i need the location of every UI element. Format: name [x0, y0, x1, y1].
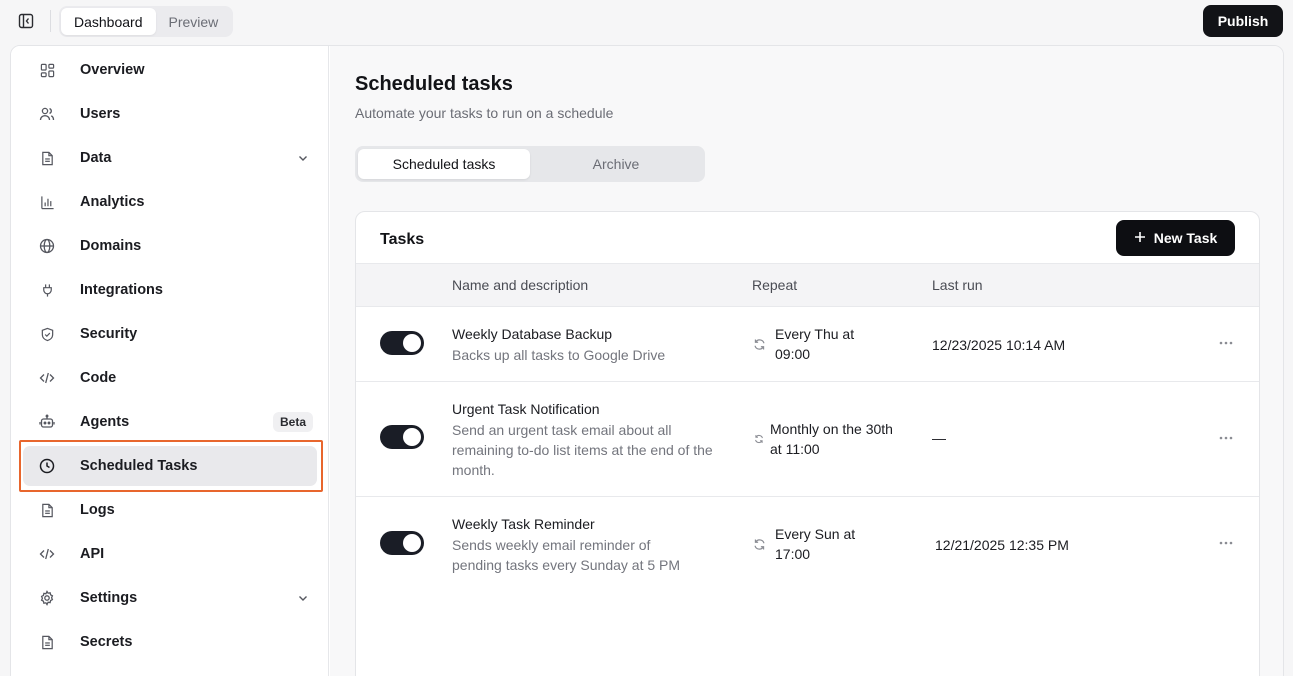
sidebar-item-label: Agents	[80, 414, 130, 430]
task-enabled-toggle[interactable]	[380, 531, 424, 555]
tasks-card: Tasks New Task Name and description Repe…	[355, 211, 1260, 676]
table-row: Weekly Task Reminder Sends weekly email …	[356, 497, 1259, 592]
sidebar-item-settings[interactable]: Settings	[23, 578, 317, 618]
sidebar-item-label: Scheduled Tasks	[80, 458, 198, 474]
grid-icon	[39, 62, 55, 78]
sidebar-item-domains[interactable]: Domains	[23, 226, 317, 266]
repeat-icon	[752, 337, 766, 351]
sidebar-item-code[interactable]: Code	[23, 358, 317, 398]
repeat-icon	[752, 537, 766, 551]
chevron-down-icon[interactable]	[295, 590, 311, 606]
bar-chart-icon	[39, 194, 55, 210]
table-row: Weekly Database Backup Backs up all task…	[356, 307, 1259, 382]
globe-icon	[39, 238, 55, 254]
view-tabs: Scheduled tasks Archive	[355, 146, 705, 182]
more-options-icon[interactable]	[1218, 335, 1234, 351]
top-divider	[50, 10, 51, 32]
sidebar-item-data[interactable]: Data	[23, 138, 317, 178]
document-icon	[39, 634, 55, 650]
sidebar-item-label: Domains	[80, 238, 142, 254]
publish-button[interactable]: Publish	[1203, 5, 1283, 37]
repeat-schedule: Every Thu at 09:00	[775, 326, 855, 362]
sidebar-item-label: Users	[80, 106, 121, 122]
page-title: Scheduled tasks	[355, 73, 513, 95]
sidebar-item-api[interactable]: API	[23, 534, 317, 574]
sidebar-item-integrations[interactable]: Integrations	[23, 270, 317, 310]
clock-icon	[39, 458, 55, 474]
page-subtitle: Automate your tasks to run on a schedule	[355, 105, 614, 121]
sidebar-item-label: Logs	[80, 502, 115, 518]
sidebar-item-secrets[interactable]: Secrets	[23, 622, 317, 662]
task-name: Weekly Database Backup	[452, 326, 613, 342]
preview-tab[interactable]: Preview	[156, 8, 232, 35]
more-options-icon[interactable]	[1218, 535, 1234, 551]
dashboard-tab[interactable]: Dashboard	[61, 8, 156, 35]
code-icon	[39, 370, 55, 386]
plug-icon	[39, 282, 55, 298]
beta-badge: Beta	[272, 412, 313, 432]
sidebar-item-label: Security	[80, 326, 138, 342]
card-title: Tasks	[380, 231, 425, 248]
task-name: Weekly Task Reminder	[452, 516, 595, 532]
sidebar-item-label: Data	[80, 150, 112, 166]
sidebar-item-label: API	[80, 546, 105, 562]
document-icon	[39, 150, 55, 166]
last-run: 12/23/2025 10:14 AM	[932, 337, 1066, 353]
sidebar-item-label: Analytics	[80, 194, 145, 210]
more-options-icon[interactable]	[1218, 430, 1234, 446]
last-run: 12/21/2025 12:35 PM	[935, 537, 1069, 553]
new-task-label: New Task	[1153, 230, 1218, 246]
sidebar-item-logs[interactable]: Logs	[23, 490, 317, 530]
top-bar: Dashboard Preview Publish	[0, 0, 1293, 44]
bot-icon	[39, 414, 55, 430]
repeat-icon	[752, 432, 766, 446]
task-description: Backs up all tasks to Google Drive	[452, 347, 666, 363]
tab-archive[interactable]: Archive	[530, 149, 702, 179]
plus-icon	[1134, 230, 1146, 246]
sidebar-toggle-icon[interactable]	[17, 12, 35, 30]
column-header-last-run: Last run	[932, 277, 983, 293]
main-panel: Overview Users Data Analytics Domains In…	[10, 45, 1284, 676]
task-description: Sends weekly email reminder of pending t…	[452, 537, 681, 573]
column-header-name: Name and description	[452, 277, 589, 293]
task-enabled-toggle[interactable]	[380, 425, 424, 449]
shield-icon	[39, 326, 55, 342]
sidebar-item-analytics[interactable]: Analytics	[23, 182, 317, 222]
sidebar-item-label: Overview	[80, 62, 145, 78]
sidebar-item-users[interactable]: Users	[23, 94, 317, 134]
sidebar-item-overview[interactable]: Overview	[23, 50, 317, 90]
mode-switch: Dashboard Preview	[59, 6, 234, 37]
chevron-down-icon[interactable]	[295, 150, 311, 166]
repeat-schedule: Every Sun at 17:00	[775, 526, 856, 562]
document-icon	[39, 502, 55, 518]
task-enabled-toggle[interactable]	[380, 331, 424, 355]
repeat-schedule: Monthly on the 30th at 11:00	[770, 421, 893, 457]
sidebar: Overview Users Data Analytics Domains In…	[11, 46, 329, 676]
column-header-repeat: Repeat	[752, 277, 798, 293]
sidebar-item-security[interactable]: Security	[23, 314, 317, 354]
sidebar-item-scheduled-tasks[interactable]: Scheduled Tasks	[23, 446, 317, 486]
content-area: Scheduled tasks Automate your tasks to r…	[330, 46, 1283, 676]
sidebar-item-label: Secrets	[80, 634, 133, 650]
sidebar-item-label: Code	[80, 370, 117, 386]
tab-scheduled-tasks[interactable]: Scheduled tasks	[358, 149, 530, 179]
task-description: Send an urgent task email about all rema…	[452, 422, 713, 478]
code-icon	[39, 546, 55, 562]
task-name: Urgent Task Notification	[452, 401, 600, 417]
last-run: —	[932, 430, 946, 446]
users-icon	[39, 106, 55, 122]
table-header: Name and description Repeat Last run	[356, 263, 1259, 307]
sidebar-item-agents[interactable]: Agents Beta	[23, 402, 317, 442]
table-row: Urgent Task Notification Send an urgent …	[356, 382, 1259, 497]
sidebar-item-label: Settings	[80, 590, 138, 606]
sidebar-item-label: Integrations	[80, 282, 163, 298]
gear-icon	[39, 590, 55, 606]
new-task-button[interactable]: New Task	[1116, 220, 1235, 256]
